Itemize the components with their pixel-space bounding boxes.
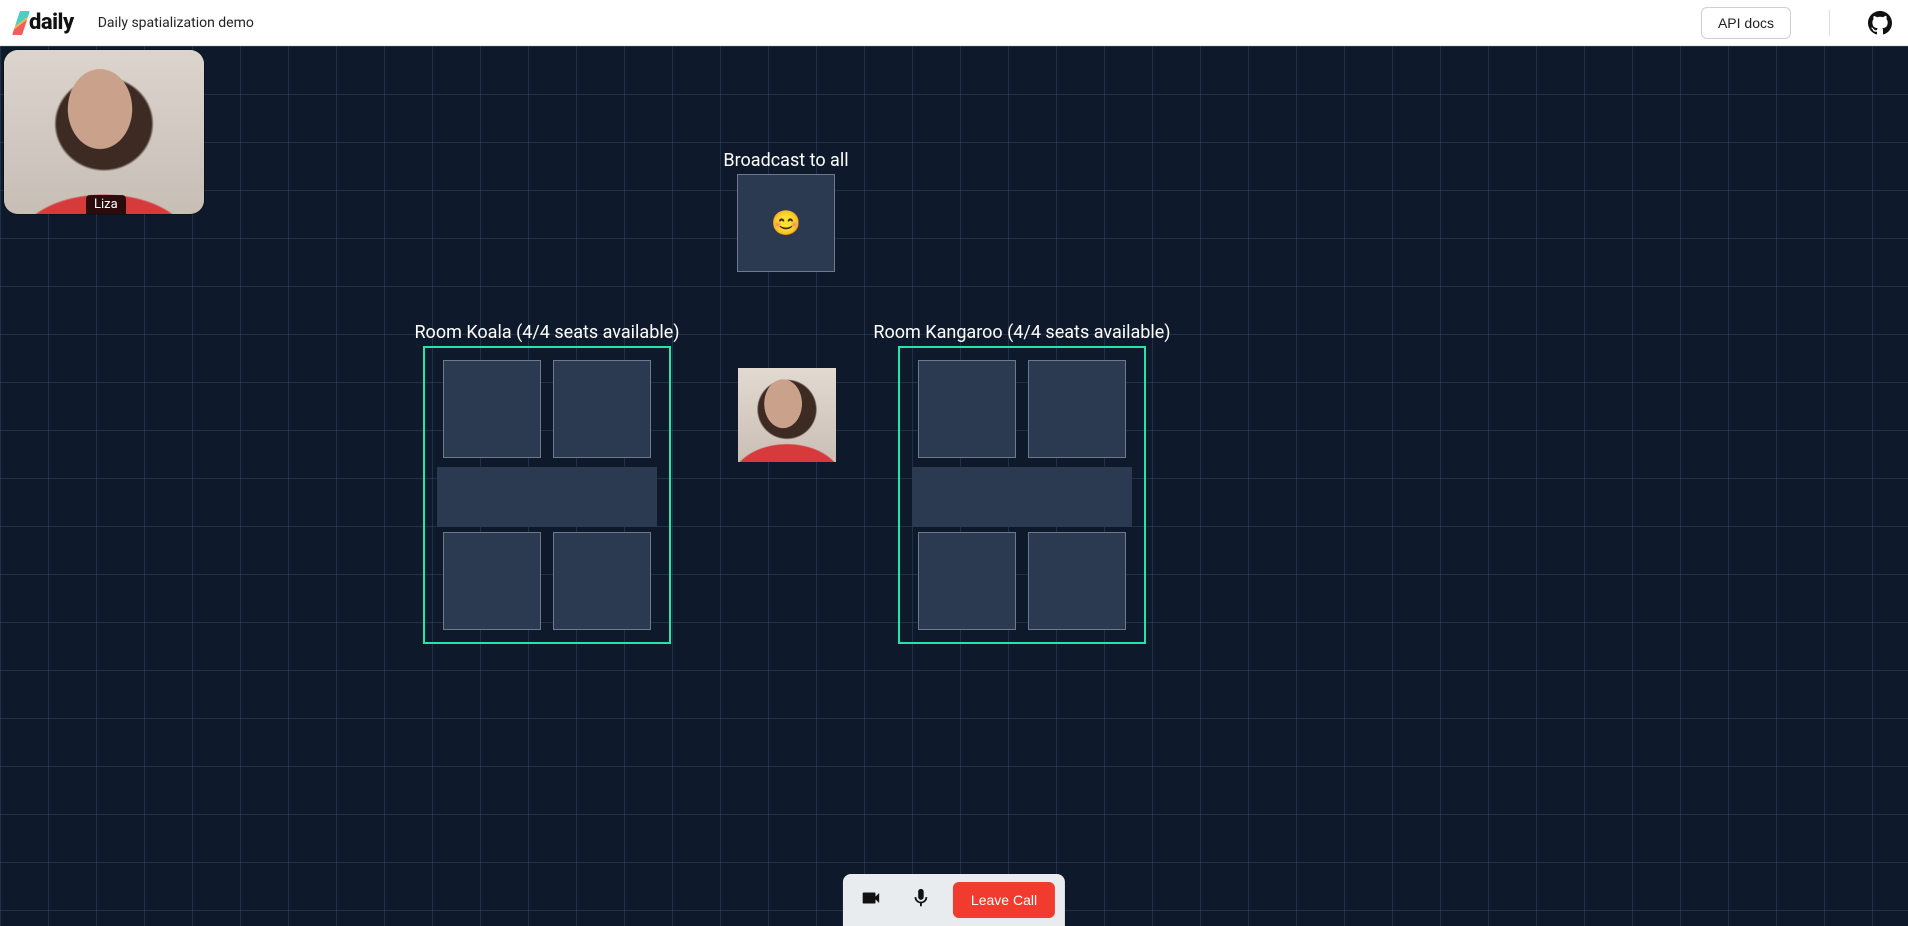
header-divider [1829, 10, 1830, 36]
room-kangaroo-seat-1[interactable] [918, 360, 1016, 458]
room-label-koala: Room Koala (4/4 seats available) [414, 322, 679, 343]
broadcast-label: Broadcast to all [723, 150, 848, 171]
api-docs-button[interactable]: API docs [1701, 7, 1791, 39]
room-koala-seat-2[interactable] [553, 360, 651, 458]
app-title: Daily spatialization demo [98, 15, 254, 31]
room-koala-desk [437, 467, 657, 527]
local-video-tile[interactable]: Liza [4, 50, 204, 214]
control-bar: Leave Call [843, 874, 1065, 926]
room-kangaroo-seat-3[interactable] [918, 532, 1016, 630]
participant-video-feed [738, 368, 836, 462]
logo-text: daily [29, 10, 74, 35]
logo[interactable]: daily [16, 10, 74, 35]
room-kangaroo-seat-4[interactable] [1028, 532, 1126, 630]
mic-toggle-button[interactable] [903, 882, 939, 918]
camera-toggle-button[interactable] [853, 882, 889, 918]
github-icon[interactable] [1868, 11, 1892, 35]
leave-call-button[interactable]: Leave Call [953, 882, 1055, 918]
broadcast-slot[interactable]: 😊 [737, 174, 835, 272]
participant-avatar[interactable] [738, 368, 836, 462]
room-koala-seat-3[interactable] [443, 532, 541, 630]
broadcast-emoji-icon: 😊 [771, 209, 801, 237]
room-koala[interactable] [423, 346, 671, 644]
room-kangaroo[interactable] [898, 346, 1146, 644]
room-kangaroo-desk [912, 467, 1132, 527]
local-video-feed [4, 50, 204, 214]
camera-icon [860, 887, 882, 913]
room-koala-seat-1[interactable] [443, 360, 541, 458]
microphone-icon [910, 887, 932, 913]
local-name-label: Liza [86, 195, 126, 214]
logo-slash-icon [12, 11, 30, 35]
world-canvas[interactable]: Liza Broadcast to all 😊 Room Koala (4/4 … [0, 46, 1908, 926]
room-label-kangaroo: Room Kangaroo (4/4 seats available) [873, 322, 1170, 343]
room-koala-seat-4[interactable] [553, 532, 651, 630]
header: daily Daily spatialization demo API docs [0, 0, 1908, 46]
room-kangaroo-seat-2[interactable] [1028, 360, 1126, 458]
